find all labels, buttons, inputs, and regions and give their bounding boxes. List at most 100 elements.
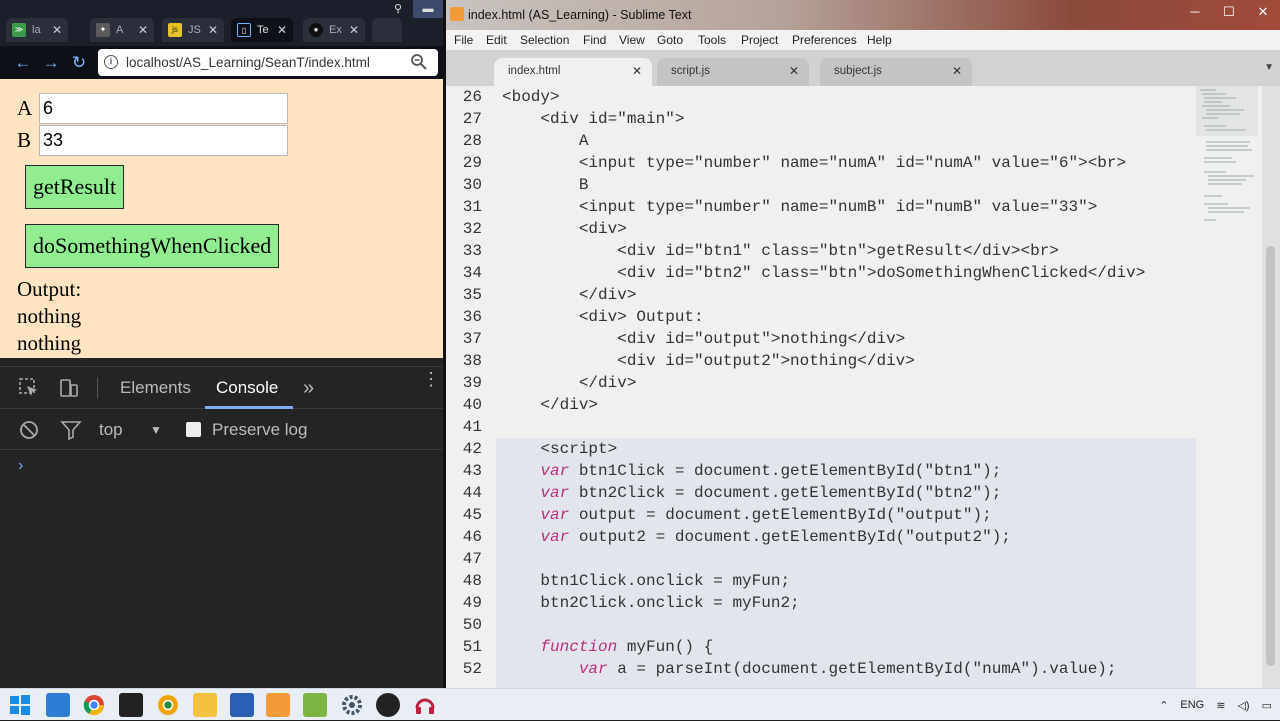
back-icon[interactable]: ← [12, 52, 34, 74]
close-icon[interactable]: ✕ [208, 18, 218, 42]
code-line[interactable]: <div id="btn2" class="btn">doSomethingWh… [502, 262, 1145, 284]
new-tab-button[interactable] [372, 18, 402, 42]
chrome-tab-5[interactable]: ● Ex ✕ [303, 18, 365, 42]
minimap[interactable] [1196, 86, 1258, 226]
inspect-icon[interactable] [18, 377, 40, 399]
code-line[interactable]: <script> [502, 438, 617, 460]
gear-icon[interactable] [340, 693, 364, 717]
code-line[interactable]: function myFun() { [502, 636, 713, 658]
info-icon[interactable]: i [104, 55, 118, 69]
tab-console[interactable]: Console [216, 367, 278, 409]
code-line[interactable]: </div> [502, 372, 637, 394]
tab-index-html[interactable]: index.html ✕ [494, 58, 652, 86]
volume-icon[interactable]: ◁) [1237, 699, 1249, 712]
tab-script-js[interactable]: script.js ✕ [657, 58, 809, 86]
close-icon[interactable]: ✕ [349, 18, 359, 42]
num-b-input[interactable]: 33 [39, 125, 288, 156]
file-explorer-icon[interactable] [193, 693, 217, 717]
code-line[interactable]: <div id="output2">nothing</div> [502, 350, 915, 372]
menu-find[interactable]: Find [583, 30, 606, 50]
do-something-button[interactable]: doSomethingWhenClicked [25, 224, 280, 268]
sublime-text-icon[interactable] [266, 693, 290, 717]
kebab-menu-icon[interactable]: ⋮ [422, 370, 440, 388]
preserve-log-checkbox[interactable] [186, 422, 201, 437]
tab-subject-js[interactable]: subject.js ✕ [820, 58, 972, 86]
code-line[interactable]: btn2Click.onclick = myFun2; [502, 592, 799, 614]
zoom-icon[interactable] [410, 53, 428, 71]
tab-dropdown-icon[interactable]: ▼ [1264, 62, 1274, 73]
menu-edit[interactable]: Edit [486, 30, 507, 50]
close-icon[interactable]: ✕ [952, 58, 962, 84]
menu-preferences[interactable]: Preferences [792, 30, 857, 50]
chrome-tab-2[interactable]: ✦ A ✕ [90, 18, 154, 42]
close-icon[interactable]: ✕ [52, 18, 62, 42]
code-line[interactable]: <div id="btn1" class="btn">getResult</di… [502, 240, 1059, 262]
movie-maker-icon[interactable] [119, 693, 143, 717]
code-line[interactable]: A [502, 130, 589, 152]
task-view-icon[interactable] [46, 693, 70, 717]
chrome-tab-4[interactable]: ▯ Te ✕ [231, 18, 293, 42]
menu-file[interactable]: File [454, 30, 473, 50]
code-line[interactable]: <input type="number" name="numB" id="num… [502, 196, 1097, 218]
notepad-plus-icon[interactable] [303, 693, 327, 717]
code-line[interactable]: B [502, 174, 589, 196]
code-line[interactable]: <div id="main"> [502, 108, 684, 130]
code-line[interactable]: var btn1Click = document.getElementById(… [502, 460, 1001, 482]
language-indicator[interactable]: ENG [1180, 699, 1204, 711]
forward-icon[interactable]: → [40, 52, 62, 74]
code-line[interactable]: var output2 = document.getElementById("o… [502, 526, 1010, 548]
menu-project[interactable]: Project [741, 30, 778, 50]
code-line[interactable]: <body> [502, 86, 560, 108]
close-icon[interactable]: ✕ [1246, 0, 1280, 24]
code-line[interactable]: <div> Output: [502, 306, 704, 328]
minimize-icon[interactable]: ▬ [413, 0, 443, 18]
menu-goto[interactable]: Goto [657, 30, 683, 50]
address-bar[interactable]: i localhost/AS_Learning/SeanT/index.html [98, 49, 438, 76]
tab-elements[interactable]: Elements [120, 367, 191, 409]
minimize-icon[interactable]: ─ [1178, 0, 1212, 24]
context-selector[interactable]: top [99, 410, 123, 450]
code-line[interactable]: <div> [502, 218, 627, 240]
menu-view[interactable]: View [619, 30, 645, 50]
chrome-tab-1[interactable]: ≫ la ✕ [6, 18, 68, 42]
code-line[interactable]: <div id="output">nothing</div> [502, 328, 905, 350]
chrome-canary-icon[interactable] [156, 693, 180, 717]
headphones-icon[interactable] [413, 693, 437, 717]
close-icon[interactable]: ✕ [277, 18, 287, 42]
clear-console-icon[interactable] [18, 419, 40, 441]
wifi-icon[interactable]: ≋ [1216, 699, 1225, 712]
menu-selection[interactable]: Selection [520, 30, 569, 50]
close-icon[interactable]: ✕ [789, 58, 799, 84]
user-icon[interactable]: ⚲ [383, 0, 413, 18]
code-line[interactable]: </div> [502, 284, 637, 306]
close-icon[interactable]: ✕ [632, 58, 642, 84]
code-line[interactable]: <input type="number" name="numA" id="num… [502, 152, 1126, 174]
filter-icon[interactable] [60, 419, 82, 441]
scrollbar-thumb[interactable] [1266, 246, 1275, 666]
save-icon[interactable] [230, 693, 254, 717]
code-line[interactable]: btn1Click.onclick = myFun; [502, 570, 790, 592]
code-line[interactable]: </div> [502, 394, 598, 416]
chrome-tab-3[interactable]: js JS ✕ [162, 18, 224, 42]
maximize-icon[interactable]: ☐ [1212, 0, 1246, 24]
chevron-down-icon[interactable]: ▼ [150, 410, 162, 450]
obs-icon[interactable] [376, 693, 400, 717]
close-icon[interactable]: ✕ [138, 18, 148, 42]
num-a-input[interactable]: 6 [39, 93, 288, 124]
notification-icon[interactable]: ▭ [1262, 699, 1272, 712]
device-toolbar-icon[interactable] [58, 377, 80, 399]
more-tabs-icon[interactable]: » [303, 367, 314, 409]
chevron-up-icon[interactable]: ⌃ [1159, 699, 1168, 712]
code-line[interactable]: var btn2Click = document.getElementById(… [502, 482, 1001, 504]
reload-icon[interactable]: ↻ [68, 52, 90, 74]
menu-tools[interactable]: Tools [698, 30, 726, 50]
editor-scrollbar[interactable] [1262, 86, 1280, 688]
chrome-icon[interactable] [82, 693, 106, 717]
code-line[interactable]: var a = parseInt(document.getElementById… [502, 658, 1117, 680]
code-line[interactable]: var output = document.getElementById("ou… [502, 504, 991, 526]
windows-start-icon[interactable] [8, 693, 32, 717]
menu-help[interactable]: Help [867, 30, 892, 50]
get-result-button[interactable]: getResult [25, 165, 125, 209]
code-editor[interactable]: 26 27 28 29 30 31 32 33 34 35 36 37 38 39 40 41 42 43 44 45… [446, 86, 1262, 688]
console-prompt[interactable]: › [18, 457, 23, 475]
